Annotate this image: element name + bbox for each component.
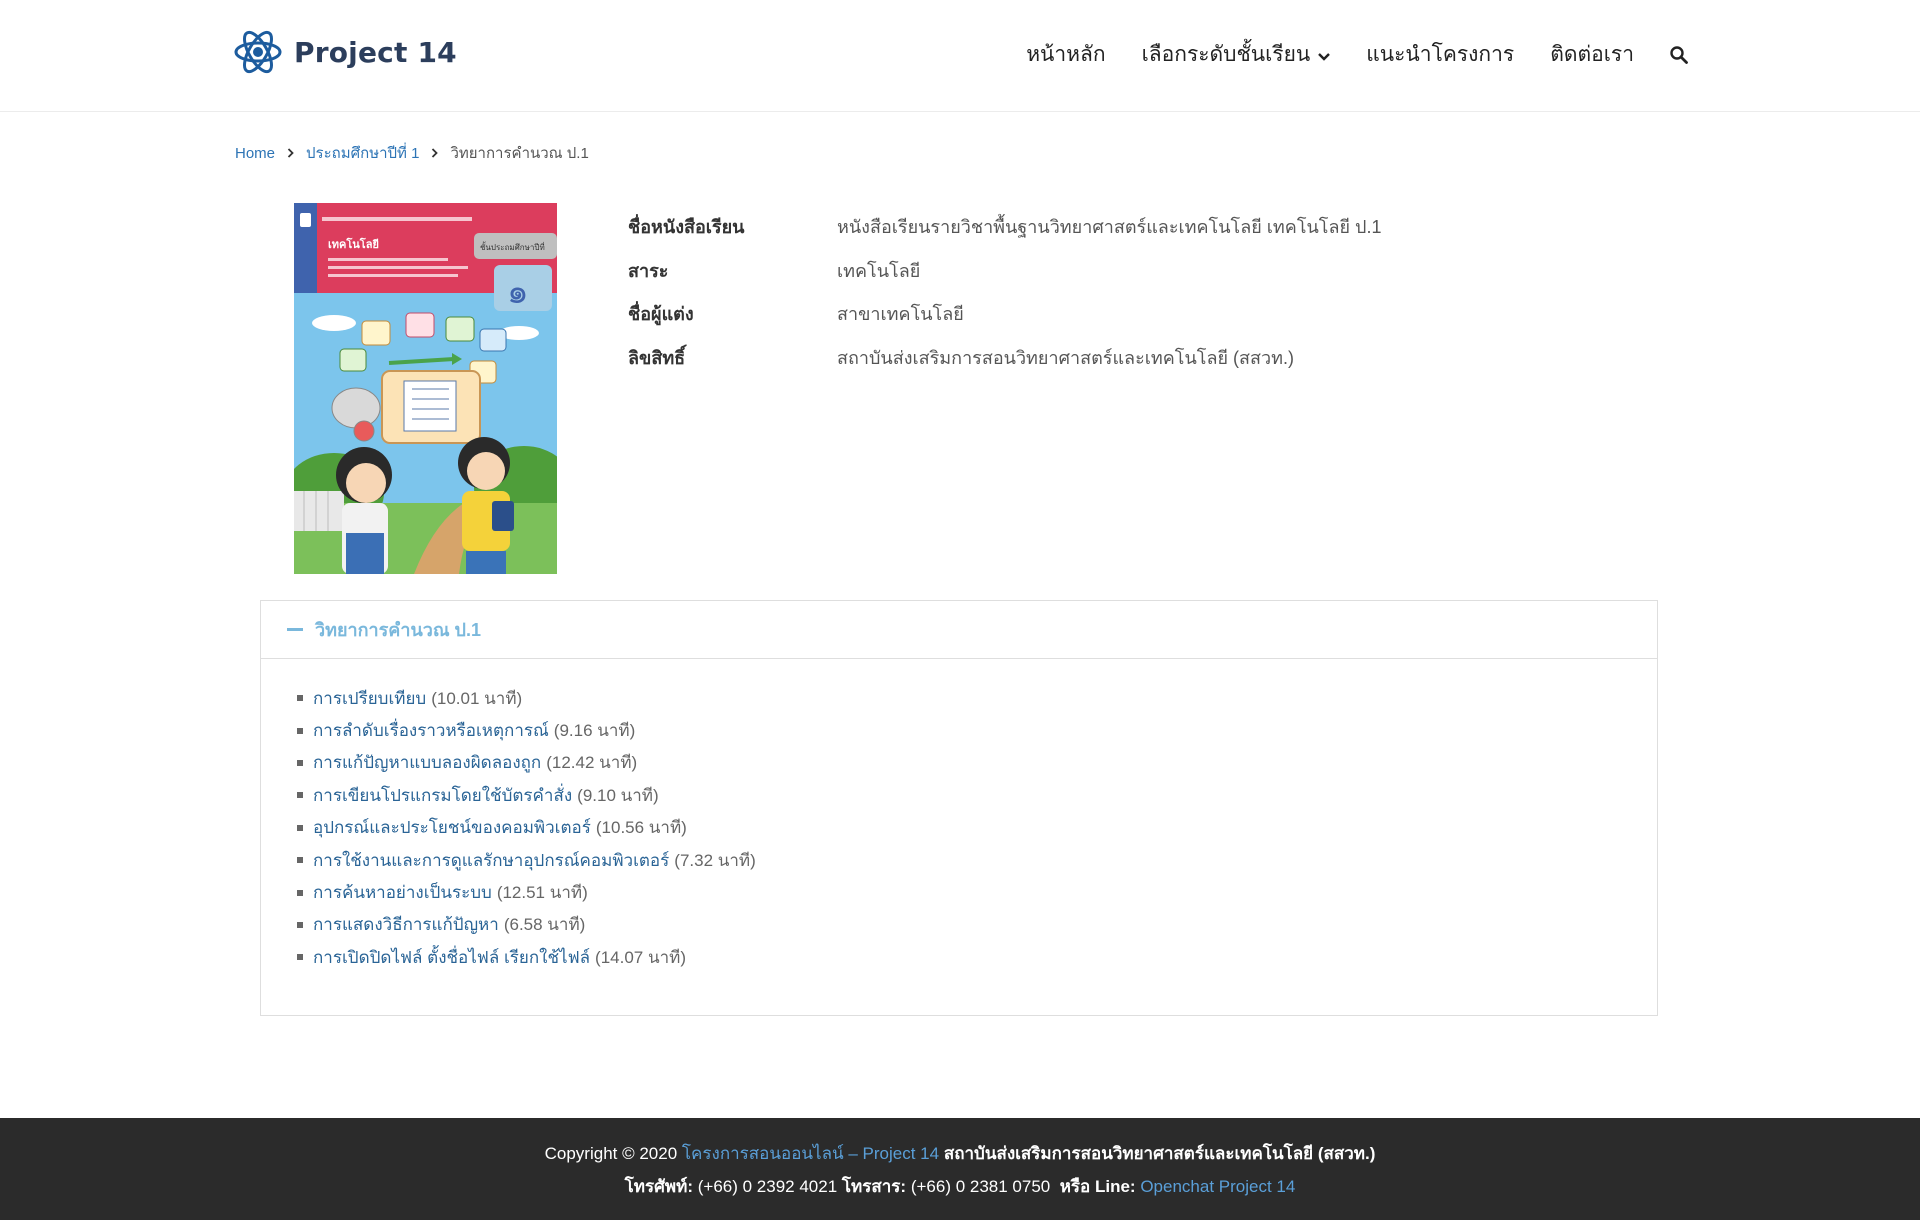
chevron-right-icon [431,145,439,162]
lesson-duration: (12.42 นาที) [546,753,638,773]
square-bullet-icon [297,954,303,961]
lesson-duration: (14.07 นาที) [595,947,686,967]
site-logo[interactable]: Project 14 [234,26,457,78]
info-label: ชื่อผู้แต่ง [628,304,694,324]
square-bullet-icon [297,792,303,799]
chevron-right-icon [287,145,294,162]
lesson-duration: (10.01 นาที) [431,688,523,708]
lesson-duration: (6.58 นาที) [503,915,586,935]
lesson-duration: (9.10 นาที) [577,785,659,805]
lesson-duration: (10.56 นาที) [595,818,687,838]
info-label: ชื่อหนังสือเรียน [628,217,745,237]
atom-logo-icon [234,30,282,74]
minus-icon [287,628,303,631]
lesson-link[interactable]: การแก้ปัญหาแบบลองผิดลองถูก [313,749,541,776]
footer-phone-label: โทรศัพท์: [624,1177,694,1196]
info-label: สาระ [628,260,669,281]
info-label: ลิขสิทธิ์ [628,347,686,368]
breadcrumb: Home ประถมศึกษาปีที่ 1 วิทยาการคำนวณ ป.1 [235,141,589,165]
footer-copyright: Copyright © 2020 [544,1144,678,1163]
search-icon[interactable] [1670,45,1688,64]
info-row-copyright: ลิขสิทธิ์ สถาบันส่งเสริมการสอนวิทยาศาสตร… [628,343,1382,387]
lesson-duration: (7.32 นาที) [674,850,756,870]
info-value: สาขาเทคโนโลยี [837,304,964,324]
footer-site-link[interactable]: โครงการสอนออนไลน์ – Project 14 [682,1144,939,1163]
nav-about[interactable]: แนะนำโครงการ [1366,38,1514,71]
footer-phone: (+66) 0 2392 4021 [697,1177,838,1196]
footer-copyright-line: Copyright © 2020 โครงการสอนออนไลน์ – Pro… [0,1140,1920,1167]
footer-contact-line: โทรศัพท์: (+66) 0 2392 4021 โทรสาร: (+66… [0,1173,1920,1200]
chevron-down-icon [1318,43,1331,67]
cover-grade-number: ๑ [507,272,529,312]
footer-fax: (+66) 0 2381 0750 [910,1177,1051,1196]
cover-title: เทคโนโลยี [328,237,379,251]
list-item: การลำดับเรื่องราวหรือเหตุการณ์ (9.16 นาท… [297,714,1657,746]
breadcrumb-home[interactable]: Home [235,145,275,162]
logo-text: Project 14 [294,35,457,69]
lesson-link[interactable]: การค้นหาอย่างเป็นระบบ [313,879,492,906]
list-item: การใช้งานและการดูแลรักษาอุปกรณ์คอมพิวเตอ… [297,844,1657,876]
nav-contact[interactable]: ติดต่อเรา [1550,38,1634,71]
lesson-duration: (12.51 นาที) [496,883,588,903]
footer-org: สถาบันส่งเสริมการสอนวิทยาศาสตร์และเทคโนโ… [943,1144,1376,1163]
breadcrumb-level[interactable]: ประถมศึกษาปีที่ 1 [306,141,419,165]
nav-home[interactable]: หน้าหลัก [1026,38,1105,71]
panel-title: วิทยาการคำนวณ ป.1 [315,620,481,640]
lesson-panel: วิทยาการคำนวณ ป.1 การเปรียบเทียบ (10.01 … [260,600,1658,1016]
panel-toggle[interactable]: วิทยาการคำนวณ ป.1 [261,601,1657,659]
footer-line-link[interactable]: Openchat Project 14 [1140,1177,1295,1196]
info-row-author: ชื่อผู้แต่ง สาขาเทคโนโลยี [628,299,1382,343]
info-value: เทคโนโลยี [837,260,921,281]
lesson-link[interactable]: การเปรียบเทียบ [313,685,426,712]
footer-line-label: หรือ Line: [1059,1177,1136,1196]
lesson-link[interactable]: การใช้งานและการดูแลรักษาอุปกรณ์คอมพิวเตอ… [313,847,669,874]
lesson-list: การเปรียบเทียบ (10.01 นาที) การลำดับเรื่… [261,659,1657,974]
cover-grade-tab: ชั้นประถมศึกษาปีที่ [480,241,545,252]
site-header: Project 14 หน้าหลัก เลือกระดับชั้นเรียน … [0,0,1920,112]
lesson-link[interactable]: การเปิดปิดไฟล์ ตั้งชื่อไฟล์ เรียกใช้ไฟล์ [313,944,590,971]
square-bullet-icon [297,889,303,896]
square-bullet-icon [297,759,303,766]
list-item: การค้นหาอย่างเป็นระบบ (12.51 นาที) [297,876,1657,908]
square-bullet-icon [297,921,303,928]
list-item: อุปกรณ์และประโยชน์ของคอมพิวเตอร์ (10.56 … [297,812,1657,844]
list-item: การแก้ปัญหาแบบลองผิดลองถูก (12.42 นาที) [297,747,1657,779]
lesson-link[interactable]: การแสดงวิธีการแก้ปัญหา [313,911,499,938]
info-value: สถาบันส่งเสริมการสอนวิทยาศาสตร์และเทคโนโ… [837,347,1294,368]
square-bullet-icon [297,727,303,734]
lesson-link[interactable]: การเขียนโปรแกรมโดยใช้บัตรคำสั่ง [313,782,572,809]
list-item: การเปรียบเทียบ (10.01 นาที) [297,682,1657,714]
list-item: การเปิดปิดไฟล์ ตั้งชื่อไฟล์ เรียกใช้ไฟล์… [297,941,1657,973]
list-item: การแสดงวิธีการแก้ปัญหา (6.58 นาที) [297,909,1657,941]
site-footer: Copyright © 2020 โครงการสอนออนไลน์ – Pro… [0,1118,1920,1220]
book-cover-image: เทคโนโลยี ชั้นประถมศึกษาปีที่ ๑ [294,203,557,574]
footer-fax-label: โทรสาร: [841,1177,907,1196]
lesson-link[interactable]: อุปกรณ์และประโยชน์ของคอมพิวเตอร์ [313,814,591,841]
info-row-title: ชื่อหนังสือเรียน หนังสือเรียนรายวิชาพื้น… [628,212,1382,256]
nav-select-grade[interactable]: เลือกระดับชั้นเรียน [1142,38,1331,71]
info-value: หนังสือเรียนรายวิชาพื้นฐานวิทยาศาสตร์และ… [837,217,1382,237]
nav-select-grade-label: เลือกระดับชั้นเรียน [1141,43,1311,66]
breadcrumb-current: วิทยาการคำนวณ ป.1 [450,145,589,162]
lesson-link[interactable]: การลำดับเรื่องราวหรือเหตุการณ์ [313,717,549,744]
square-bullet-icon [297,824,303,831]
list-item: การเขียนโปรแกรมโดยใช้บัตรคำสั่ง (9.10 นา… [297,779,1657,811]
square-bullet-icon [297,857,303,864]
lesson-duration: (9.16 นาที) [553,721,636,741]
book-info: ชื่อหนังสือเรียน หนังสือเรียนรายวิชาพื้น… [628,212,1382,386]
square-bullet-icon [297,695,303,702]
info-row-subject: สาระ เทคโนโลยี [628,256,1382,300]
main-nav: หน้าหลัก เลือกระดับชั้นเรียน แนะนำโครงกา… [990,38,1688,71]
